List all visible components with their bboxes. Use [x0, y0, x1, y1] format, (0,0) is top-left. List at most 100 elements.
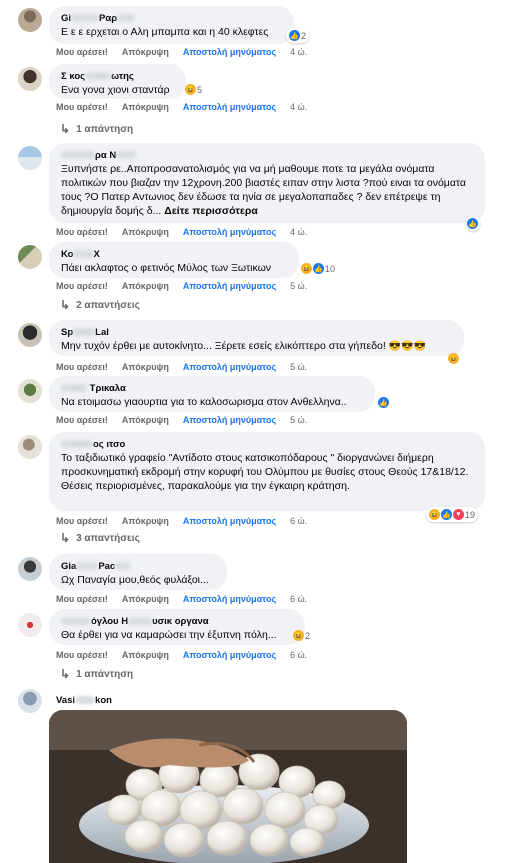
replies-count: 1 απάντηση [76, 668, 134, 680]
hide-button[interactable]: Απόκρυψη [122, 594, 169, 604]
hide-button[interactable]: Απόκρυψη [122, 47, 169, 57]
comment-text: Μην τυχόν έρθει με αυτοκίνητο... Ξέρετε … [61, 340, 427, 352]
comment-bubble: Τρικαλα Να ετοιμασω γιαουρτια για το καλ… [49, 376, 375, 412]
hide-button[interactable]: Απόκρυψη [122, 362, 169, 372]
comment-author[interactable]: Gia Pac [61, 560, 215, 573]
reaction-summary[interactable]: 👍 [466, 216, 480, 231]
timestamp[interactable]: 6 ώ. [290, 516, 307, 526]
comment-author[interactable]: Τρικαλα [61, 382, 363, 395]
timestamp[interactable]: 5 ώ. [290, 362, 307, 372]
like-button[interactable]: Μου αρέσει! [56, 415, 108, 425]
like-button[interactable]: Μου αρέσει! [56, 227, 108, 237]
comment-text: Να ετοιμασω γιαουρτια για το καλοσωρισμα… [61, 396, 347, 408]
like-button[interactable]: Μου αρέσει! [56, 281, 108, 291]
like-button[interactable]: Μου αρέσει! [56, 516, 108, 526]
comment-photo[interactable] [49, 710, 407, 863]
avatar[interactable] [18, 67, 42, 91]
comment-author[interactable]: Sp Lal [61, 326, 452, 339]
comment-bubble: ρα Ν Ξυπνήστε ρε..Αποπροσανατολισμός για… [49, 143, 485, 223]
avatar[interactable] [18, 557, 42, 581]
comment-bubble: Σ κος ωτης Ενα γονα χιονι σταντάρ [49, 64, 186, 99]
comment-bubble: ος ιτσο Το ταξιδιωτικό γραφείο "Αντίδοτο… [49, 432, 485, 511]
send-message-button[interactable]: Αποστολή μηνύματος [183, 594, 276, 604]
comment-bubble: Κο Χ Πάει ακλαφτος ο φετινός Μύλος των Ξω… [49, 242, 299, 278]
timestamp[interactable]: 6 ώ. [290, 594, 307, 604]
send-message-button[interactable]: Αποστολή μηνύματος [183, 516, 276, 526]
reaction-summary[interactable]: 😆 👍 10 [298, 261, 338, 276]
comment-author[interactable]: ος ιτσο [61, 438, 473, 451]
send-message-button[interactable]: Αποστολή μηνύματος [183, 415, 276, 425]
reaction-summary[interactable]: 😆 2 [290, 628, 313, 643]
comment-actions: Μου αρέσει! Απόκρυψη Αποστολή μηνύματος … [56, 415, 307, 425]
like-icon: 👍 [378, 397, 389, 408]
avatar[interactable] [18, 689, 42, 713]
avatar[interactable] [18, 613, 42, 637]
avatar[interactable] [18, 379, 42, 403]
timestamp[interactable]: 5 ώ. [290, 415, 307, 425]
comment-text: Ενα γονα χιονι σταντάρ [61, 84, 170, 96]
avatar[interactable] [18, 146, 42, 170]
reaction-summary[interactable]: 😆 5 [182, 82, 205, 97]
comment-bubble: Sp Lal Μην τυχόν έρθει με αυτοκίνητο... Ξ… [49, 320, 464, 356]
timestamp[interactable]: 5 ώ. [290, 281, 307, 291]
see-more-link[interactable]: Δείτε περισσότερα [164, 205, 258, 217]
haha-icon: 😆 [293, 630, 304, 641]
timestamp[interactable]: 4 ώ. [290, 102, 307, 112]
like-button[interactable]: Μου αρέσει! [56, 594, 108, 604]
comment-text: Ωχ Παναγία μου,θεός φυλάξοι... [61, 574, 209, 586]
send-message-button[interactable]: Αποστολή μηνύματος [183, 102, 276, 112]
avatar[interactable] [18, 435, 42, 459]
garlic-bowl-image [49, 710, 407, 863]
like-button[interactable]: Μου αρέσει! [56, 102, 108, 112]
timestamp[interactable]: 4 ώ. [290, 47, 307, 57]
replies-count: 3 απαντήσεις [76, 532, 140, 544]
comment-author[interactable]: Vasi kon [56, 694, 112, 707]
send-message-button[interactable]: Αποστολή μηνύματος [183, 227, 276, 237]
reaction-summary[interactable]: 👍 [377, 395, 391, 410]
timestamp[interactable]: 4 ώ. [290, 227, 307, 237]
replies-count: 2 απαντήσεις [76, 299, 140, 311]
comment-text: Ξυπνήστε ρε..Αποπροσανατολισμός για να μ… [61, 163, 466, 217]
haha-icon: 😆 [429, 509, 440, 520]
hide-button[interactable]: Απόκρυψη [122, 516, 169, 526]
view-replies-link[interactable]: ↳ 1 απάντηση [60, 667, 133, 681]
view-replies-link[interactable]: ↳ 3 απαντήσεις [60, 531, 140, 545]
comment-actions: Μου αρέσει! Απόκρυψη Αποστολή μηνύματος … [56, 227, 307, 237]
avatar[interactable] [18, 8, 42, 32]
hide-button[interactable]: Απόκρυψη [122, 281, 169, 291]
send-message-button[interactable]: Αποστολή μηνύματος [183, 47, 276, 57]
like-icon: 👍 [313, 263, 324, 274]
reaction-summary[interactable]: 😆 [447, 351, 461, 366]
reaction-summary[interactable]: 😆 👍 ♥ 19 [426, 507, 479, 522]
comment-author[interactable]: Σ κος ωτης [61, 70, 174, 83]
hide-button[interactable]: Απόκρυψη [122, 227, 169, 237]
comment-author[interactable]: Gi Ραρ [61, 12, 282, 25]
like-icon: 👍 [467, 218, 478, 229]
hide-button[interactable]: Απόκρυψη [122, 102, 169, 112]
view-replies-link[interactable]: ↳ 1 απάντηση [60, 122, 133, 136]
comment-author[interactable]: Κο Χ [61, 248, 287, 261]
timestamp[interactable]: 6 ώ. [290, 650, 307, 660]
reaction-summary[interactable]: 👍 2 [286, 28, 310, 43]
hide-button[interactable]: Απόκρυψη [122, 650, 169, 660]
send-message-button[interactable]: Αποστολή μηνύματος [183, 362, 276, 372]
send-message-button[interactable]: Αποστολή μηνύματος [183, 650, 276, 660]
comment-actions: Μου αρέσει! Απόκρυψη Αποστολή μηνύματος … [56, 281, 307, 291]
reply-arrow-icon: ↳ [60, 531, 71, 545]
view-replies-link[interactable]: ↳ 2 απαντήσεις [60, 298, 140, 312]
comment-actions: Μου αρέσει! Απόκρυψη Αποστολή μηνύματος … [56, 594, 307, 604]
replies-count: 1 απάντηση [76, 123, 134, 135]
send-message-button[interactable]: Αποστολή μηνύματος [183, 281, 276, 291]
comment-actions: Μου αρέσει! Απόκρυψη Αποστολή μηνύματος … [56, 650, 307, 660]
like-button[interactable]: Μου αρέσει! [56, 362, 108, 372]
like-button[interactable]: Μου αρέσει! [56, 650, 108, 660]
comment-bubble: Gia Pac Ωχ Παναγία μου,θεός φυλάξοι... [49, 554, 227, 590]
comment-bubble: Gi Ραρ Ε ε ε ερχεται ο Αλη μπαμπα και η 4… [49, 6, 294, 44]
avatar[interactable] [18, 245, 42, 269]
like-icon: 👍 [441, 509, 452, 520]
comment-author[interactable]: ρα Ν [61, 149, 473, 162]
avatar[interactable] [18, 323, 42, 347]
like-button[interactable]: Μου αρέσει! [56, 47, 108, 57]
comment-author[interactable]: όγλου Ηυσικ οργανα [61, 615, 293, 628]
hide-button[interactable]: Απόκρυψη [122, 415, 169, 425]
